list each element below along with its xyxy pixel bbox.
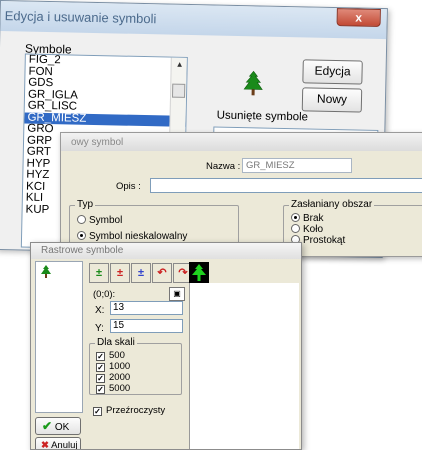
- scales-group-title: Dla skali: [95, 337, 137, 348]
- raster-symbol-list[interactable]: [35, 261, 83, 413]
- scale-label: 2000: [109, 372, 131, 383]
- transparent-checkbox[interactable]: ✓ Przeźroczysty: [93, 405, 165, 416]
- scales-group: Dla skali ✓ 500 ✓ 1000 ✓ 2000 ✓ 5000: [89, 337, 182, 395]
- name-label: Nazwa :: [206, 161, 241, 172]
- preview-tree-icon: [189, 262, 209, 284]
- mirror-tool-icon[interactable]: ±: [131, 263, 151, 283]
- description-input[interactable]: [150, 178, 422, 193]
- edit-symbols-titlebar: Edycja i usuwanie symboli: [0, 1, 387, 40]
- move-tool-icon[interactable]: ±: [89, 263, 109, 283]
- cover-option-none[interactable]: Brak: [291, 213, 324, 224]
- raster-tree-icon[interactable]: [40, 265, 52, 279]
- checkbox-icon[interactable]: ✓: [93, 407, 102, 416]
- scroll-thumb[interactable]: [171, 83, 186, 98]
- type-option-symbol[interactable]: Symbol: [77, 215, 122, 226]
- window-title: Edycja i usuwanie symboli: [4, 8, 157, 27]
- close-icon: x: [355, 10, 363, 25]
- cancel-button[interactable]: ✖ Anuluj: [35, 437, 81, 450]
- new-symbol-titlebar: owy symbol: [61, 133, 422, 151]
- deleted-symbols-label: Usunięte symbole: [216, 109, 309, 124]
- close-button[interactable]: x: [336, 8, 381, 27]
- cancel-x-icon: ✖: [41, 440, 49, 450]
- radio-icon[interactable]: [77, 231, 86, 240]
- checkbox-icon[interactable]: ✓: [96, 363, 105, 372]
- checkbox-icon[interactable]: ✓: [96, 385, 105, 394]
- ok-label: OK: [54, 422, 70, 433]
- x-label: X:: [95, 305, 105, 316]
- checkbox-icon[interactable]: ✓: [96, 352, 105, 361]
- type-group-title: Typ: [75, 199, 96, 210]
- radio-icon[interactable]: [77, 215, 86, 224]
- symbol-canvas[interactable]: [189, 283, 299, 449]
- coords-readout: (0;0):: [93, 289, 116, 300]
- ok-button[interactable]: ✔ OK: [35, 417, 81, 435]
- cancel-label: Anuluj: [51, 440, 78, 450]
- cover-option-label: Prostokąt: [303, 235, 346, 246]
- cover-area-group-title: Zasłaniany obszar: [289, 199, 375, 210]
- checkbox-icon[interactable]: ✓: [96, 374, 105, 383]
- raster-symbols-title: Rastrowe symbole: [41, 245, 124, 256]
- transparent-label: Przeźroczysty: [106, 405, 166, 416]
- type-option-label: Symbol: [89, 215, 123, 226]
- name-input[interactable]: GR_MIESZ: [242, 158, 352, 173]
- type-option-unscalable[interactable]: Symbol nieskalowalny: [77, 231, 187, 242]
- cover-option-circle[interactable]: Koło: [291, 224, 323, 235]
- scale-label: 1000: [109, 361, 131, 372]
- scale-1000-checkbox[interactable]: ✓ 1000: [96, 361, 130, 372]
- scale-2000-checkbox[interactable]: ✓ 2000: [96, 372, 130, 383]
- new-symbol-title: owy symbol: [71, 137, 124, 148]
- new-button[interactable]: Nowy: [301, 87, 363, 113]
- edit-button[interactable]: Edycja: [302, 59, 363, 85]
- cover-option-label: Brak: [303, 213, 324, 224]
- radio-icon[interactable]: [291, 224, 300, 233]
- y-label: Y:: [95, 323, 104, 334]
- scroll-up-icon[interactable]: ▲: [176, 60, 184, 69]
- undo-icon[interactable]: ↶: [152, 263, 172, 283]
- flip-tool-icon[interactable]: ±: [110, 263, 130, 283]
- new-symbol-window: owy symbol Nazwa : GR_MIESZ Opis : Typ S…: [60, 132, 422, 257]
- raster-symbols-titlebar: Rastrowe symbole: [31, 243, 301, 259]
- paste-icon[interactable]: ▣: [169, 287, 185, 301]
- x-input[interactable]: 13: [110, 301, 183, 315]
- scale-5000-checkbox[interactable]: ✓ 5000: [96, 383, 130, 394]
- description-label: Opis :: [116, 181, 141, 192]
- y-input[interactable]: 15: [110, 319, 183, 333]
- scale-label: 5000: [109, 383, 131, 394]
- radio-icon[interactable]: [291, 213, 300, 222]
- scale-500-checkbox[interactable]: ✓ 500: [96, 350, 125, 361]
- scale-label: 500: [109, 350, 125, 361]
- cover-option-label: Koło: [303, 224, 324, 235]
- check-icon: ✔: [42, 419, 53, 433]
- type-option-label: Symbol nieskalowalny: [89, 231, 188, 242]
- raster-symbols-window: Rastrowe symbole ± ± ± ↶ ↷ (0;0): ▣ X: 1…: [30, 242, 302, 450]
- symbol-preview-tree-icon: [243, 70, 263, 96]
